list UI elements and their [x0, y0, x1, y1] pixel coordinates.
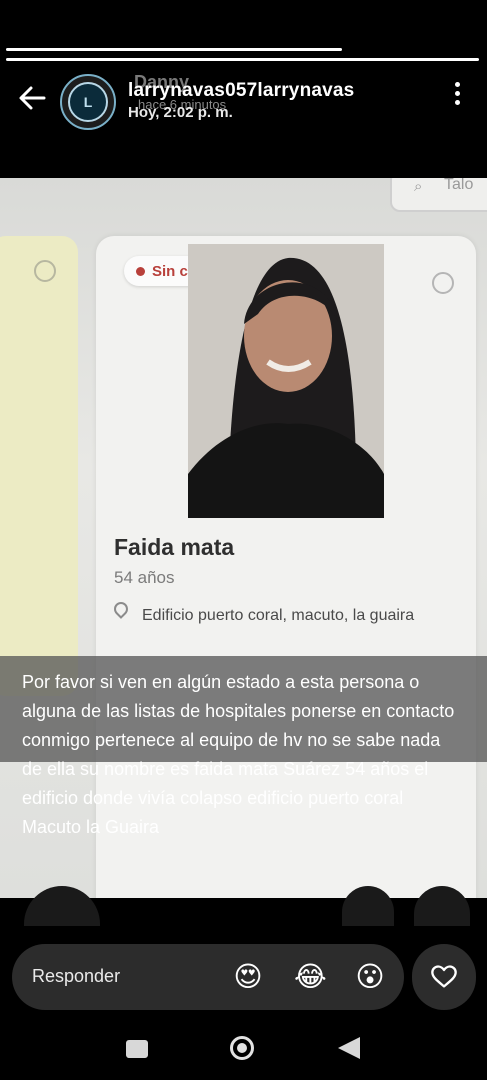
progress-segment-next	[6, 58, 479, 61]
home-icon[interactable]	[230, 1036, 254, 1060]
story-progress	[6, 48, 479, 61]
person-name: Faida mata	[114, 534, 235, 560]
person-location: Edificio puerto coral, macuto, la guaira	[142, 607, 415, 624]
more-vertical-icon[interactable]	[448, 82, 466, 114]
progress-segment-current	[6, 48, 342, 51]
clock-icon	[34, 260, 56, 282]
photo-side-card	[0, 236, 78, 696]
arrow-left-icon[interactable]	[16, 82, 48, 114]
clock-icon	[432, 272, 454, 294]
laughing-emoji-button[interactable]: 😂	[294, 961, 327, 993]
reply-input[interactable]: Responder 😍 😂 😮	[12, 944, 404, 1010]
person-portrait	[188, 244, 384, 518]
story-caption: Por favor si ven en algún estado a esta …	[22, 672, 455, 837]
avatar-initial: L	[68, 82, 108, 122]
person-age: 54 años	[114, 568, 175, 587]
story-timestamp: Hoy, 2:02 p. m.	[128, 104, 233, 121]
like-button[interactable]	[412, 944, 476, 1010]
search-icon: ⌕	[414, 178, 423, 195]
heart-eyes-emoji-button[interactable]: 😍	[232, 961, 264, 993]
reply-placeholder: Responder	[32, 966, 121, 986]
photo-search-pill: ⌕ Talo	[390, 178, 487, 212]
status-dot-icon	[136, 267, 145, 276]
heart-icon	[431, 965, 457, 988]
surprised-emoji-button[interactable]: 😮	[354, 961, 386, 993]
avatar[interactable]: L	[60, 74, 116, 130]
nav-back-icon[interactable]	[338, 1037, 360, 1059]
photo-search-label: Talo	[444, 178, 474, 193]
recents-icon[interactable]	[126, 1040, 148, 1058]
